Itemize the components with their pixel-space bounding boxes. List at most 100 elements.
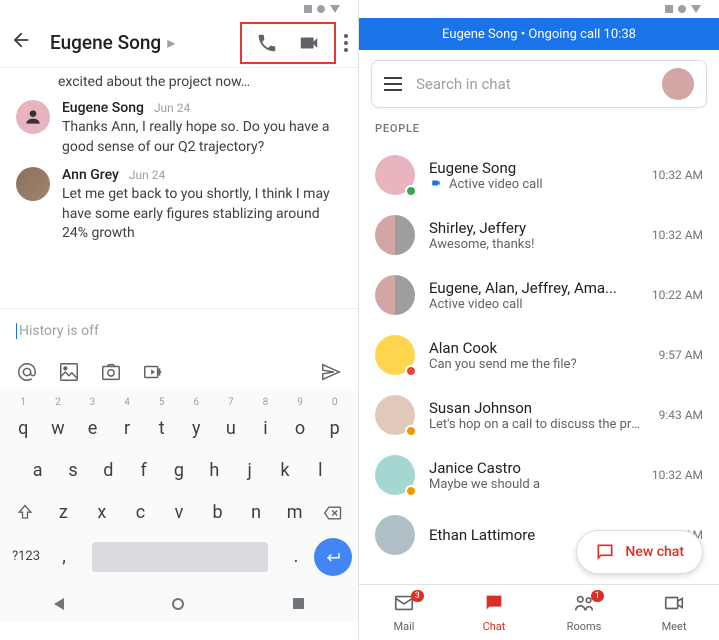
presence-indicator bbox=[405, 485, 417, 497]
key-y[interactable]: y bbox=[182, 412, 210, 446]
more-menu-button[interactable] bbox=[344, 34, 348, 52]
chat-time: 10:22 AM bbox=[652, 288, 703, 302]
period-key[interactable]: . bbox=[282, 540, 310, 574]
key-q[interactable]: q bbox=[9, 412, 37, 446]
chat-preview: Active video call bbox=[429, 297, 638, 312]
key-hint: 0 bbox=[321, 397, 349, 408]
chat-list-item[interactable]: Alan Cook Can you send me the file? 9:57… bbox=[359, 325, 719, 385]
menu-icon[interactable] bbox=[384, 77, 402, 91]
key-n[interactable]: n bbox=[242, 496, 270, 530]
key-k[interactable]: k bbox=[271, 454, 299, 488]
nav-label: Rooms bbox=[567, 620, 602, 633]
avatar bbox=[375, 155, 415, 195]
status-bar bbox=[359, 0, 719, 18]
message-list: excited about the project now… Eugene So… bbox=[0, 68, 358, 254]
search-box[interactable]: Search in chat bbox=[371, 60, 707, 108]
key-u[interactable]: u bbox=[217, 412, 245, 446]
nav-mail[interactable]: 3 Mail bbox=[359, 585, 449, 640]
ongoing-call-banner[interactable]: Eugene Song • Ongoing call 10:38 bbox=[359, 18, 719, 50]
nav-meet[interactable]: Meet bbox=[629, 585, 719, 640]
key-hint: 3 bbox=[78, 397, 106, 408]
android-nav-bar bbox=[0, 586, 358, 622]
key-j[interactable]: j bbox=[236, 454, 264, 488]
chat-preview: Awesome, thanks! bbox=[429, 237, 638, 252]
key-t[interactable]: t bbox=[148, 412, 176, 446]
chat-time: 10:32 AM bbox=[652, 168, 703, 182]
meet-icon bbox=[663, 592, 685, 618]
key-o[interactable]: o bbox=[286, 412, 314, 446]
chat-list-item[interactable]: Eugene Song Active video call 10:32 AM bbox=[359, 145, 719, 205]
key-hint: 5 bbox=[148, 397, 176, 408]
key-m[interactable]: m bbox=[281, 496, 309, 530]
avatar bbox=[375, 515, 415, 555]
call-actions-highlight bbox=[240, 22, 336, 64]
key-c[interactable]: c bbox=[126, 496, 154, 530]
chat-preview: Can you send me the file? bbox=[429, 357, 645, 372]
image-icon[interactable] bbox=[58, 361, 80, 383]
chat-name: Janice Castro bbox=[429, 459, 638, 477]
status-icon bbox=[304, 5, 312, 13]
bottom-nav: 3 Mail Chat 1 Rooms Meet bbox=[359, 584, 719, 640]
avatar bbox=[375, 335, 415, 375]
camera-icon[interactable] bbox=[100, 361, 122, 383]
video-icon bbox=[429, 177, 443, 192]
compose-area[interactable]: History is off bbox=[0, 308, 358, 353]
chat-list-item[interactable]: Janice Castro Maybe we should a 10:32 AM bbox=[359, 445, 719, 505]
compose-toolbar bbox=[0, 353, 358, 391]
key-v[interactable]: v bbox=[165, 496, 193, 530]
enter-key[interactable] bbox=[314, 538, 352, 576]
key-i[interactable]: i bbox=[251, 412, 279, 446]
key-p[interactable]: p bbox=[321, 412, 349, 446]
chat-list-item[interactable]: Eugene, Alan, Jeffrey, Ama... Active vid… bbox=[359, 265, 719, 325]
nav-home[interactable] bbox=[172, 598, 184, 610]
key-s[interactable]: s bbox=[59, 454, 87, 488]
history-off-label: History is off bbox=[19, 323, 99, 339]
key-b[interactable]: b bbox=[204, 496, 232, 530]
space-key[interactable] bbox=[92, 542, 268, 572]
message-text: Thanks Ann, I really hope so. Do you hav… bbox=[62, 118, 342, 157]
key-a[interactable]: a bbox=[24, 454, 52, 488]
chat-list-item[interactable]: Susan Johnson Let's hop on a call to dis… bbox=[359, 385, 719, 445]
key-h[interactable]: h bbox=[200, 454, 228, 488]
symbols-key[interactable]: ?123 bbox=[6, 540, 46, 574]
status-icon bbox=[691, 5, 701, 13]
key-w[interactable]: w bbox=[44, 412, 72, 446]
nav-chat[interactable]: Chat bbox=[449, 585, 539, 640]
send-button[interactable] bbox=[320, 361, 342, 383]
phone-icon[interactable] bbox=[256, 32, 278, 54]
key-x[interactable]: x bbox=[88, 496, 116, 530]
key-l[interactable]: l bbox=[306, 454, 334, 488]
video-attach-icon[interactable] bbox=[142, 361, 164, 383]
key-d[interactable]: d bbox=[94, 454, 122, 488]
nav-rooms[interactable]: 1 Rooms bbox=[539, 585, 629, 640]
people-section-label: PEOPLE bbox=[359, 118, 719, 145]
chat-title[interactable]: Eugene Song bbox=[50, 31, 161, 54]
status-icon bbox=[317, 5, 325, 13]
key-e[interactable]: e bbox=[78, 412, 106, 446]
presence-indicator bbox=[405, 425, 417, 437]
key-hint: 7 bbox=[217, 397, 245, 408]
chat-view-panel: Eugene Song ▸ excited about the project … bbox=[0, 0, 359, 640]
chat-list-item[interactable]: Shirley, Jeffery Awesome, thanks! 10:32 … bbox=[359, 205, 719, 265]
back-button[interactable] bbox=[10, 29, 32, 57]
key-z[interactable]: z bbox=[49, 496, 77, 530]
message-text: excited about the project now… bbox=[0, 74, 358, 90]
key-r[interactable]: r bbox=[113, 412, 141, 446]
video-icon[interactable] bbox=[298, 32, 320, 54]
new-chat-button[interactable]: New chat bbox=[576, 530, 703, 574]
presence-indicator bbox=[405, 185, 417, 197]
chat-time: 9:57 AM bbox=[659, 348, 703, 362]
comma-key[interactable]: , bbox=[50, 540, 78, 574]
nav-recent[interactable] bbox=[293, 598, 304, 609]
key-hint: 1 bbox=[9, 397, 37, 408]
mention-icon[interactable] bbox=[16, 361, 38, 383]
shift-key[interactable] bbox=[6, 496, 44, 530]
backspace-key[interactable] bbox=[314, 496, 352, 530]
chat-list-panel: Eugene Song • Ongoing call 10:38 Search … bbox=[359, 0, 719, 640]
profile-avatar[interactable] bbox=[662, 68, 694, 100]
nav-back[interactable] bbox=[54, 598, 64, 610]
avatar bbox=[375, 215, 415, 255]
search-container: Search in chat bbox=[359, 50, 719, 118]
key-f[interactable]: f bbox=[130, 454, 158, 488]
key-g[interactable]: g bbox=[165, 454, 193, 488]
